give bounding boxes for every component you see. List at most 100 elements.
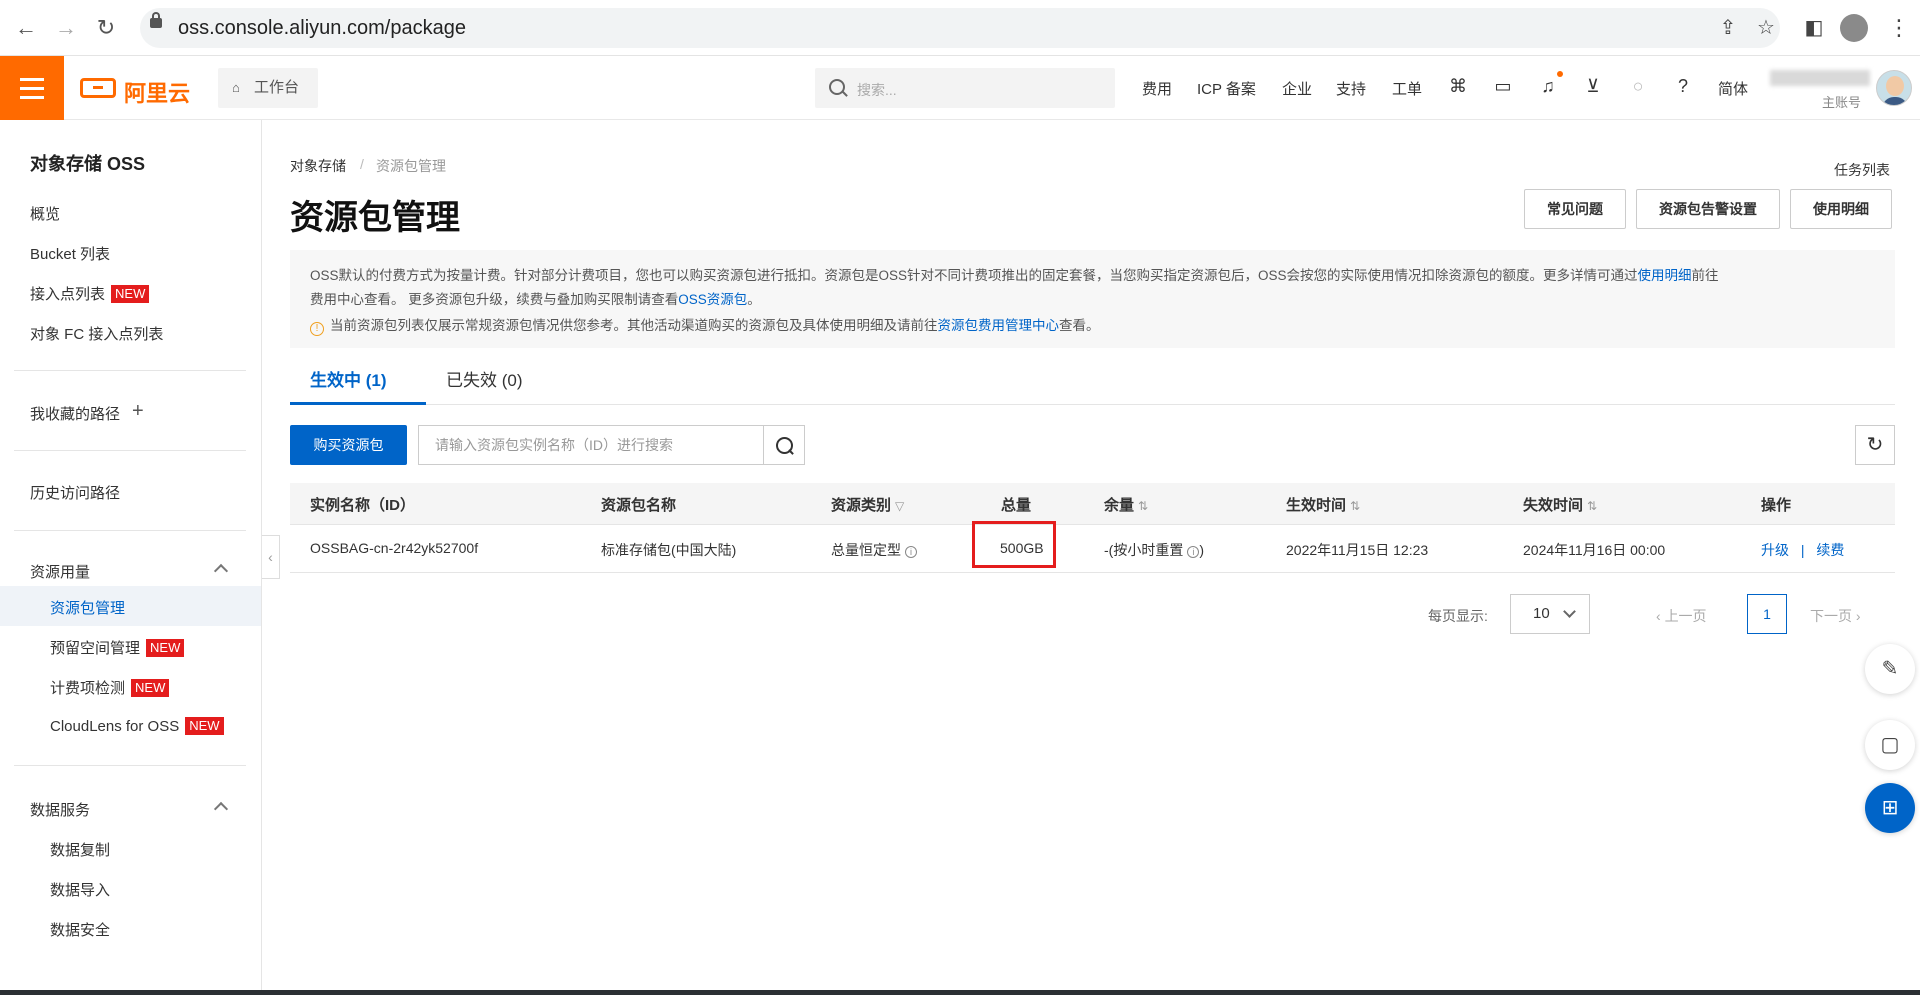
col-label: 资源类别	[831, 497, 892, 514]
sidepanel-icon[interactable]: ◧	[1800, 14, 1828, 42]
sidebar-item-access-points[interactable]: 接入点列表 NEW	[30, 283, 150, 304]
col-actions: 操作	[1761, 497, 1792, 514]
breadcrumb-oss[interactable]: 对象存储	[290, 156, 346, 176]
cell-text: -(按小时重置	[1104, 542, 1184, 558]
filter-icon[interactable]: ▽	[895, 499, 904, 513]
usage-details-button[interactable]: 使用明细	[1790, 189, 1892, 229]
sidebar-item-data-security[interactable]: 数据安全	[50, 919, 110, 940]
sidebar-item-billing-check[interactable]: 计费项检测 NEW	[50, 677, 170, 698]
tab-active-packages[interactable]: 生效中 (1)	[310, 366, 387, 391]
star-icon[interactable]: ☆	[1752, 14, 1780, 42]
terminal-icon[interactable]: ▭	[1491, 74, 1515, 98]
chevron-up-icon[interactable]	[213, 563, 229, 579]
buy-package-button[interactable]: 购买资源包	[290, 425, 407, 465]
chevron-down-icon	[1563, 605, 1576, 618]
global-search-input[interactable]: 搜索...	[815, 68, 1115, 108]
apps-grid-icon[interactable]: ⊞	[1865, 783, 1915, 833]
notice-line-3: ! 当前资源包列表仅展示常规资源包情况供您参考。其他活动渠道购买的资源包及具体使用…	[310, 314, 1100, 336]
faq-button[interactable]: 常见问题	[1524, 189, 1626, 229]
package-search-input[interactable]: 请输入资源包实例名称（ID）进行搜索	[418, 425, 764, 465]
sort-icon[interactable]: ⇅	[1587, 499, 1597, 513]
col-remaining[interactable]: 余量 ⇅	[1104, 494, 1148, 515]
chat-icon[interactable]: ▢	[1865, 720, 1915, 770]
sidebar-item-cloudlens[interactable]: CloudLens for OSS NEW	[50, 717, 224, 735]
notification-dot	[1557, 71, 1563, 77]
edit-feedback-icon[interactable]: ✎	[1865, 644, 1915, 694]
usage-details-link[interactable]: 使用明细	[1638, 268, 1692, 283]
sidebar-active-highlight	[0, 586, 261, 626]
add-favorite-icon[interactable]: +	[132, 400, 144, 423]
table-header	[290, 483, 1895, 525]
cart-icon[interactable]: ⊻	[1581, 74, 1605, 98]
prev-page-label: 上一页	[1664, 608, 1707, 624]
sidebar-item-reserved-space[interactable]: 预留空间管理 NEW	[50, 637, 185, 658]
cell-remaining: -(按小时重置 i)	[1104, 542, 1204, 558]
sidebar-item-data-import[interactable]: 数据导入	[50, 879, 110, 900]
menu-icon[interactable]: ⋮	[1888, 14, 1910, 42]
cell-text: 总量恒定型	[831, 542, 901, 558]
col-start-time[interactable]: 生效时间 ⇅	[1286, 494, 1360, 515]
profile-icon[interactable]	[1840, 14, 1868, 42]
package-fee-center-link[interactable]: 资源包费用管理中心	[938, 318, 1060, 333]
chevron-up-icon[interactable]	[213, 801, 229, 817]
help-icon[interactable]: ?	[1671, 74, 1695, 98]
info-icon[interactable]: i	[905, 546, 917, 558]
notice-text: 费用中心查看。 更多资源包升级，续费与叠加购买限制请查看	[310, 292, 679, 307]
notice-text: 查看。	[1059, 318, 1100, 333]
bell-icon[interactable]: ♫	[1536, 74, 1560, 98]
nav-fees[interactable]: 费用	[1142, 78, 1172, 99]
tab-expired-packages[interactable]: 已失效 (0)	[446, 366, 523, 391]
sidebar-item-favorites[interactable]: 我收藏的路径	[30, 403, 120, 424]
logo-mark-icon	[80, 78, 116, 98]
workbench-button[interactable]: ⌂ 工作台	[218, 68, 318, 108]
hamburger-menu-icon[interactable]	[0, 56, 64, 120]
sidebar-group-data-service[interactable]: 数据服务	[30, 799, 90, 820]
lock-icon[interactable]	[150, 12, 162, 28]
language-switch[interactable]: 简体	[1718, 78, 1748, 99]
code-icon[interactable]: ⌘	[1446, 74, 1470, 98]
refresh-icon[interactable]: ↻	[1855, 425, 1895, 465]
col-label: 生效时间	[1286, 497, 1347, 514]
page-number-button[interactable]: 1	[1747, 594, 1787, 634]
nav-icp[interactable]: ICP 备案	[1197, 78, 1256, 99]
sort-icon[interactable]: ⇅	[1138, 499, 1148, 513]
sidebar-item-bucket-list[interactable]: Bucket 列表	[30, 243, 110, 264]
sidebar-item-label: 计费项检测	[50, 680, 126, 697]
search-button-icon[interactable]	[763, 425, 805, 465]
cell-end-time: 2024年11月16日 00:00	[1523, 542, 1666, 558]
alert-settings-button[interactable]: 资源包告警设置	[1636, 189, 1780, 229]
page-size-select[interactable]: 10	[1510, 594, 1590, 634]
sidebar-divider	[14, 370, 246, 371]
nav-support[interactable]: 支持	[1336, 78, 1366, 99]
avatar[interactable]	[1876, 70, 1912, 106]
back-icon[interactable]: ←	[12, 14, 40, 42]
renew-link[interactable]: 续费	[1816, 542, 1844, 558]
new-badge: NEW	[131, 679, 170, 697]
upgrade-link[interactable]: 升级	[1761, 542, 1789, 558]
sidebar-divider	[14, 450, 246, 451]
sidebar-item-label: CloudLens for OSS	[50, 718, 180, 735]
info-icon[interactable]: i	[1187, 546, 1200, 558]
col-end-time[interactable]: 失效时间 ⇅	[1523, 494, 1597, 515]
bulb-icon[interactable]: ○	[1626, 74, 1650, 98]
sidebar-item-resource-package[interactable]: 资源包管理	[50, 597, 125, 618]
prev-page-button[interactable]: ‹ 上一页	[1656, 606, 1707, 626]
col-category[interactable]: 资源类别 ▽	[831, 494, 904, 515]
oss-package-link[interactable]: OSS资源包	[678, 292, 747, 307]
sidebar-item-overview[interactable]: 概览	[30, 203, 60, 224]
share-icon[interactable]: ⇪	[1714, 14, 1742, 42]
sort-icon[interactable]: ⇅	[1350, 499, 1360, 513]
sidebar-item-fc-access-points[interactable]: 对象 FC 接入点列表	[30, 323, 163, 344]
collapse-sidebar-chevron-left-icon[interactable]: ‹	[262, 535, 280, 579]
nav-enterprise[interactable]: 企业	[1282, 78, 1312, 99]
reload-icon[interactable]: ↻	[92, 14, 120, 42]
account-name-blurred[interactable]	[1770, 70, 1870, 86]
sidebar-group-resource-usage[interactable]: 资源用量	[30, 561, 90, 582]
sidebar-item-history[interactable]: 历史访问路径	[30, 482, 120, 503]
next-page-button[interactable]: 下一页 ›	[1810, 606, 1861, 626]
task-list-link[interactable]: 任务列表	[1834, 160, 1890, 180]
forward-icon[interactable]: →	[52, 14, 80, 42]
url-text[interactable]: oss.console.aliyun.com/package	[178, 17, 466, 40]
sidebar-item-data-replication[interactable]: 数据复制	[50, 839, 110, 860]
nav-ticket[interactable]: 工单	[1392, 78, 1422, 99]
